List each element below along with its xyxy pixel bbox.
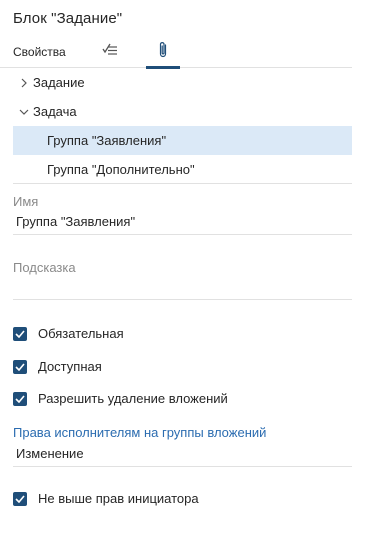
tree-item-group-dopolnitelno[interactable]: Группа "Дополнительно" [13,155,352,184]
rights-select[interactable]: Изменение [13,445,352,467]
checkbox-checked-icon[interactable] [13,359,27,374]
checkbox-label: Не выше прав инициатора [38,491,199,506]
attachments-tree: Задание Задача Группа "Заявления" Группа… [13,68,352,184]
tab-properties[interactable]: Свойства [13,36,83,68]
hint-field-label: Подсказка [13,260,76,275]
checklist-edit-icon [102,42,120,63]
paperclip-icon [157,41,169,64]
checkbox-label: Обязательная [38,326,124,341]
hint-field[interactable] [13,280,352,300]
checkbox-not-above-initiator[interactable]: Не выше прав инициатора [13,491,199,506]
tree-item-zadacha[interactable]: Задача [13,97,352,126]
tab-attachments[interactable] [146,36,180,69]
name-field-label: Имя [13,194,39,209]
checkbox-label: Разрешить удаление вложений [38,391,228,406]
chevron-down-icon[interactable] [17,105,31,119]
tree-item-label: Задание [33,75,85,90]
checkbox-available[interactable]: Доступная [13,359,102,374]
tab-checklist[interactable] [96,36,126,68]
rights-label: Права исполнителям на группы вложений [13,425,267,440]
panel-title: Блок "Задание" [13,10,123,27]
checkbox-required[interactable]: Обязательная [13,326,124,341]
checkbox-label: Доступная [38,359,102,374]
tree-item-group-zayavleniya[interactable]: Группа "Заявления" [13,126,352,155]
name-field[interactable]: Группа "Заявления" [13,213,352,235]
checkbox-checked-icon[interactable] [13,326,27,341]
checkbox-checked-icon[interactable] [13,391,27,406]
checkbox-checked-icon[interactable] [13,491,27,506]
tree-item-zadanie[interactable]: Задание [13,68,352,97]
chevron-right-icon[interactable] [17,76,31,90]
tree-item-label: Группа "Заявления" [47,133,167,148]
checkbox-allow-delete[interactable]: Разрешить удаление вложений [13,391,228,406]
tree-item-label: Задача [33,104,77,119]
tab-bar: Свойства [0,36,352,69]
tree-item-label: Группа "Дополнительно" [47,162,195,177]
